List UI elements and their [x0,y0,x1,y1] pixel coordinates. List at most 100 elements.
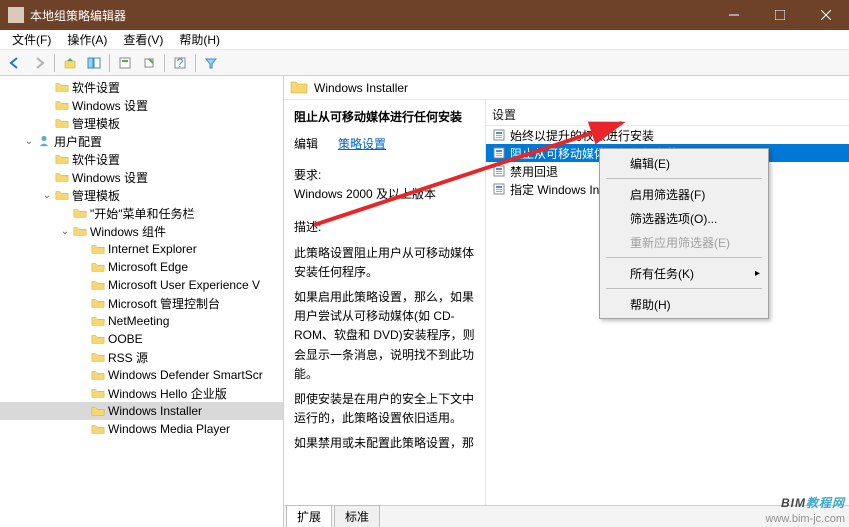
tree-item[interactable]: RSS 源 [0,348,283,366]
tree-item-label: Microsoft 管理控制台 [108,295,220,312]
menu-view[interactable]: 查看(V) [115,29,171,50]
folder-icon [90,260,106,274]
app-icon [8,7,24,23]
tree-item[interactable]: 软件设置 [0,78,283,96]
folder-icon [90,350,106,364]
list-header[interactable]: 设置 [486,104,849,126]
folder-icon [90,242,106,256]
toolbar-separator [164,54,165,72]
menu-help[interactable]: 帮助(H) [602,292,766,316]
path-label: Windows Installer [314,81,408,95]
menu-file[interactable]: 文件(F) [4,29,59,50]
tree-item-label: 软件设置 [72,151,120,168]
window-titlebar: 本地组策略编辑器 [0,0,849,30]
export-button[interactable] [138,52,160,74]
tree-item-label: 管理模板 [72,187,120,204]
folder-icon [72,206,88,220]
watermark: BIM教程网 www.bim-jc.com [766,487,845,525]
menu-help[interactable]: 帮助(H) [171,29,228,50]
tree-item[interactable]: Internet Explorer [0,240,283,258]
policy-icon [492,129,506,141]
menu-reapply-filter: 重新应用筛选器(E) [602,230,766,254]
tree-item[interactable]: ⌄ Windows 组件 [0,222,283,240]
close-button[interactable] [803,0,849,30]
menu-separator [606,288,762,289]
folder-icon [54,152,70,166]
tree-item[interactable]: ⌄用户配置 [0,132,283,150]
tree-item[interactable]: ⌄ 管理模板 [0,186,283,204]
policy-icon [492,147,506,159]
back-button[interactable] [4,52,26,74]
right-body: 阻止从可移动媒体进行任何安装 编辑策略设置 要求: Windows 2000 及… [284,100,849,505]
folder-icon [90,296,106,310]
view-tabs: 扩展 标准 [284,505,849,527]
context-menu: 编辑(E) 启用筛选器(F) 筛选器选项(O)... 重新应用筛选器(E) 所有… [599,148,769,319]
list-item[interactable]: 始终以提升的权限进行安装 [486,126,849,144]
right-pane: Windows Installer 阻止从可移动媒体进行任何安装 编辑策略设置 … [284,76,849,527]
navigation-tree[interactable]: 软件设置Windows 设置管理模板⌄用户配置软件设置Windows 设置⌄管理… [0,76,284,527]
tree-item[interactable]: Windows 设置 [0,168,283,186]
tree-item-label: Windows Defender SmartScr [108,368,263,382]
edit-policy-link[interactable]: 策略设置 [338,137,386,151]
watermark-brand: BIM教程网 [766,487,845,513]
tree-item[interactable]: Microsoft User Experience V [0,276,283,294]
menu-edit[interactable]: 编辑(E) [602,151,766,175]
forward-button[interactable] [28,52,50,74]
tree-item[interactable]: Windows Hello 企业版 [0,384,283,402]
policy-icon [492,183,506,195]
filter-button[interactable] [200,52,222,74]
folder-icon [90,386,106,400]
tree-item[interactable]: 软件设置 [0,150,283,168]
edit-policy-row: 编辑策略设置 [294,135,475,152]
list-item-label: 禁用回退 [510,163,558,180]
show-hide-tree-button[interactable] [83,52,105,74]
menu-action[interactable]: 操作(A) [59,29,115,50]
description-label: 描述: [294,218,475,237]
list-item-label: 始终以提升的权限进行安装 [510,127,654,144]
folder-icon [54,188,70,202]
tree-item-label: OOBE [108,332,143,346]
folder-icon [90,278,106,292]
watermark-url: www.bim-jc.com [766,513,845,525]
expand-icon[interactable]: ⌄ [40,190,54,201]
tree-item[interactable]: NetMeeting [0,312,283,330]
tree-item[interactable]: OOBE [0,330,283,348]
tree-item[interactable]: 管理模板 [0,114,283,132]
menu-filter-options[interactable]: 筛选器选项(O)... [602,206,766,230]
tree-item[interactable]: Windows Installer [0,402,283,420]
folder-icon [54,80,70,94]
settings-list: 设置 始终以提升的权限进行安装阻止从可移动媒体进行任何安装禁用回退指定 Wind… [486,100,849,505]
help-button[interactable]: ? [169,52,191,74]
tree-item[interactable]: "开始"菜单和任务栏 [0,204,283,222]
svg-text:?: ? [177,56,184,70]
folder-icon [54,116,70,130]
tree-item-label: Windows 设置 [72,97,148,114]
tree-item[interactable]: Microsoft 管理控制台 [0,294,283,312]
description-text: 如果禁用或未配置此策略设置，那 [294,434,475,453]
properties-button[interactable] [114,52,136,74]
tab-extended[interactable]: 扩展 [286,505,332,527]
maximize-button[interactable] [757,0,803,30]
tree-item-label: Windows Hello 企业版 [108,385,227,402]
tree-item[interactable]: Windows Media Player [0,420,283,438]
tab-standard[interactable]: 标准 [334,505,380,527]
tree-item-label: Internet Explorer [108,242,197,256]
policy-title: 阻止从可移动媒体进行任何安装 [294,108,475,125]
tree-item[interactable]: Windows 设置 [0,96,283,114]
tree-item[interactable]: Microsoft Edge [0,258,283,276]
toolbar: ? [0,50,849,76]
tree-item-label: Windows 设置 [72,169,148,186]
menu-all-tasks[interactable]: 所有任务(K) [602,261,766,285]
path-header: Windows Installer [284,76,849,100]
folder-icon [54,170,70,184]
tree-item[interactable]: Windows Defender SmartScr [0,366,283,384]
menu-enable-filter[interactable]: 启用筛选器(F) [602,182,766,206]
minimize-button[interactable] [711,0,757,30]
expand-icon[interactable]: ⌄ [58,226,72,237]
tree-item-label: Windows 组件 [90,223,166,240]
up-button[interactable] [59,52,81,74]
description-text: 此策略设置阻止用户从可移动媒体安装任何程序。 [294,244,475,282]
window-title: 本地组策略编辑器 [30,7,711,24]
tree-item-label: Windows Installer [108,404,202,418]
expand-icon[interactable]: ⌄ [22,136,36,147]
